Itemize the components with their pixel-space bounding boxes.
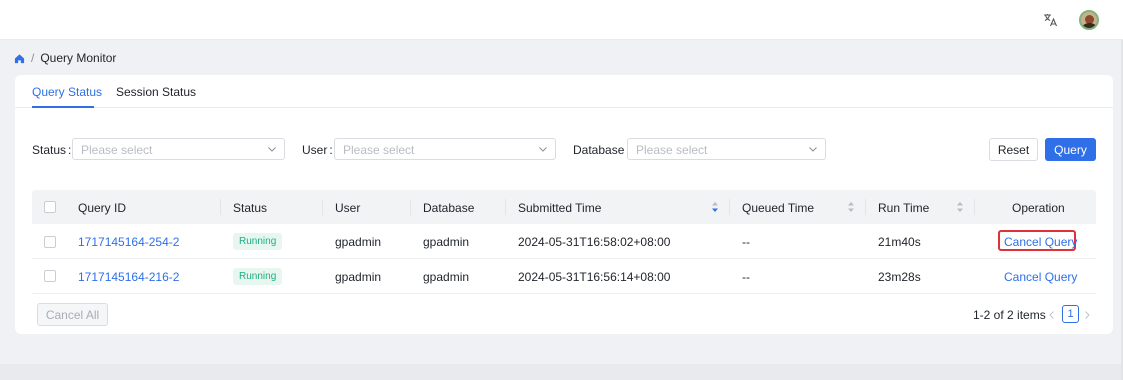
table-row: 1717145164-254-2 Running gpadmin gpadmin… [32,224,1096,259]
query-id-link[interactable]: 1717145164-254-2 [78,235,179,249]
sort-icon[interactable] [956,201,964,213]
column-divider [220,199,221,215]
chevron-down-icon [809,147,817,152]
tab-bar: Query Status Session Status [15,75,1113,108]
status-select[interactable]: Please select [72,138,285,160]
run-time-cell: 23m28s [878,270,921,284]
tab-session-status[interactable]: Session Status [116,85,196,99]
row-checkbox[interactable] [44,270,56,282]
reset-button[interactable]: Reset [989,138,1038,161]
submitted-time-cell: 2024-05-31T16:58:02+08:00 [518,235,671,249]
breadcrumb: / Query Monitor [14,51,116,65]
column-header-user: User [335,201,361,215]
column-header-query-id: Query ID [78,201,127,215]
translate-icon[interactable] [1042,12,1058,28]
query-monitor-card: Query Status Session Status Status: Plea… [15,75,1113,334]
sort-descending-icon[interactable] [711,201,719,213]
user-select[interactable]: Please select [334,138,556,160]
cancel-query-link[interactable]: Cancel Query [1004,235,1077,249]
table-row: 1717145164-216-2 Running gpadmin gpadmin… [32,259,1096,294]
database-select-placeholder: Please select [636,143,708,157]
column-divider [410,199,411,215]
bottom-strip [0,364,1123,380]
status-badge: Running [233,268,283,285]
column-header-queued-time[interactable]: Queued Time [742,201,814,215]
database-select[interactable]: Please select [627,138,826,160]
user-select-placeholder: Please select [343,143,415,157]
chevron-down-icon [268,147,276,152]
tab-query-status[interactable]: Query Status [32,85,102,99]
user-filter-label: User: [302,143,333,157]
table-header: Query ID Status User Database Submitted … [32,190,1096,224]
cancel-query-link[interactable]: Cancel Query [1004,270,1077,284]
column-divider [505,199,506,215]
status-select-placeholder: Please select [81,143,153,157]
run-time-cell: 21m40s [878,235,921,249]
cancel-all-button[interactable]: Cancel All [37,303,108,326]
pagination-summary: 1-2 of 2 items [973,308,1046,322]
user-avatar[interactable] [1079,10,1099,30]
queued-time-cell: -- [742,235,750,249]
breadcrumb-separator: / [31,51,35,65]
status-badge: Running [233,233,283,250]
queued-time-cell: -- [742,270,750,284]
submitted-time-cell: 2024-05-31T16:56:14+08:00 [518,270,671,284]
home-icon[interactable] [14,53,25,64]
column-divider [974,199,975,215]
row-checkbox[interactable] [44,236,56,248]
column-divider [322,199,323,215]
column-header-run-time[interactable]: Run Time [878,201,929,215]
user-cell: gpadmin [335,235,382,249]
column-header-operation: Operation [1012,201,1065,215]
status-filter-label: Status: [32,143,72,157]
database-cell: gpadmin [423,235,470,249]
query-id-link[interactable]: 1717145164-216-2 [78,270,179,284]
column-divider [729,199,730,215]
chevron-down-icon [539,147,547,152]
active-tab-indicator [32,106,94,108]
sort-icon[interactable] [847,201,855,213]
column-header-status: Status [233,201,268,215]
user-cell: gpadmin [335,270,382,284]
select-all-checkbox[interactable] [44,201,56,213]
database-filter-label: Database: [573,143,630,157]
database-cell: gpadmin [423,270,470,284]
top-bar [0,0,1123,40]
query-button[interactable]: Query [1045,138,1096,161]
column-divider [865,199,866,215]
column-header-submitted-time[interactable]: Submitted Time [518,201,601,215]
chevron-right-icon[interactable] [1083,310,1091,320]
column-header-database: Database [423,201,475,215]
pagination-page-1[interactable]: 1 [1062,305,1079,323]
chevron-left-icon[interactable] [1048,310,1056,320]
breadcrumb-current: Query Monitor [40,51,117,65]
